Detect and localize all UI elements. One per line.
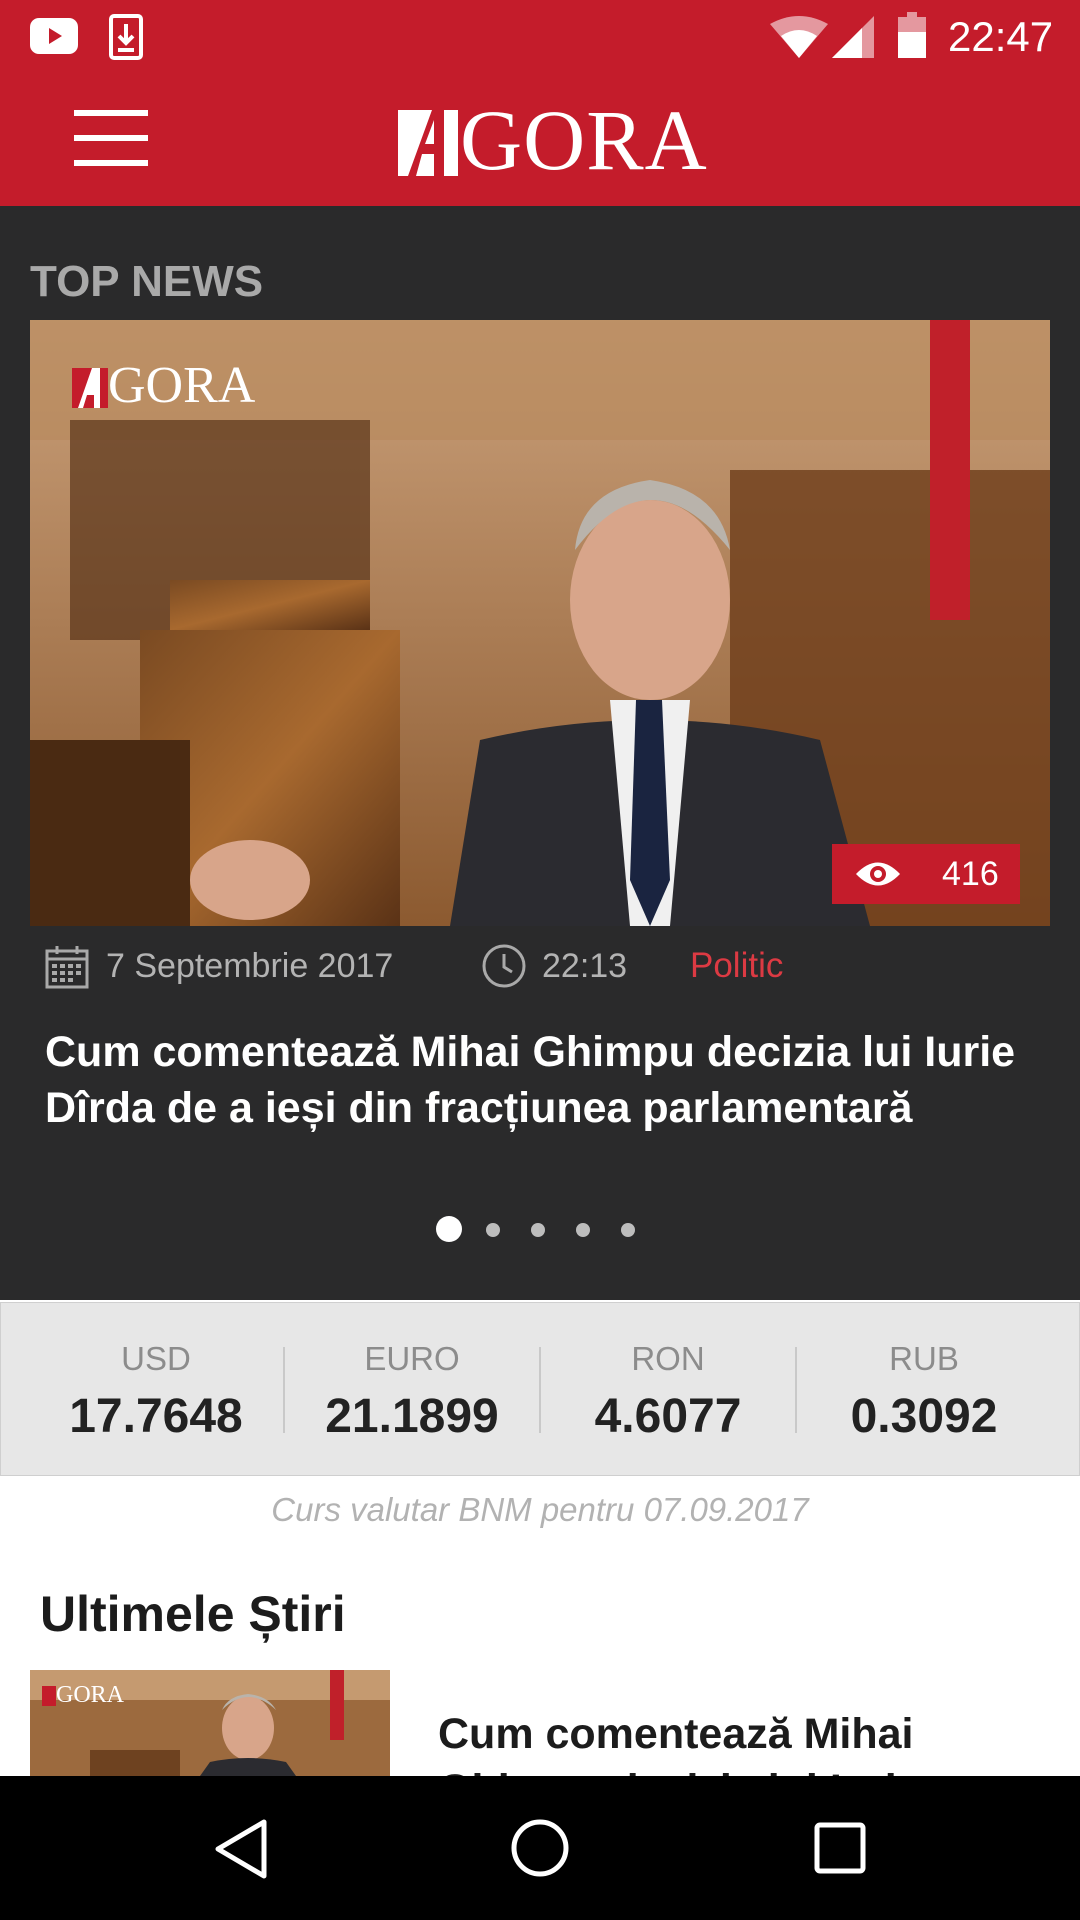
carousel-dot[interactable] (531, 1223, 545, 1237)
views-badge: 416 (832, 844, 1020, 904)
currency-code: RON (631, 1340, 705, 1377)
article-category-link[interactable]: Politic (690, 944, 783, 988)
home-icon[interactable] (510, 1818, 570, 1878)
currency-rate: 21.1899 (325, 1390, 499, 1443)
exchange-rates: USD 17.7648 EURO 21.1899 RON 4.6077 RUB … (0, 1302, 1080, 1476)
wifi-icon (770, 16, 828, 58)
article-time: 22:13 (542, 947, 628, 985)
thumbnail-watermark: GORA (42, 1682, 125, 1708)
status-bar: 22:47 (0, 0, 1080, 72)
featured-article-image[interactable]: GORA 416 (30, 320, 1050, 926)
calendar-icon (45, 946, 89, 989)
youtube-icon (30, 18, 78, 54)
news-title: Cum comentează Mihai Ghimpu decizia lui … (438, 1710, 921, 1776)
carousel-pagination (436, 1214, 656, 1244)
currency-rub: RUB 0.3092 (796, 1303, 1052, 1475)
views-count: 416 (942, 855, 999, 893)
status-time: 22:47 (948, 13, 1054, 60)
top-bar: 22:47 GORA (0, 0, 1080, 206)
currency-code: RUB (889, 1340, 959, 1377)
news-thumbnail: GORA (30, 1670, 390, 1776)
top-news-section: TOP NEWS GORA 416 7 Septembrie 2017 22:1… (0, 206, 1080, 1300)
brand-name: GORA (460, 92, 708, 188)
currency-rate: 17.7648 (69, 1390, 243, 1443)
watermark-text: GORA (56, 1682, 125, 1708)
cell-signal-icon (832, 16, 874, 58)
article-date: 7 Septembrie 2017 (106, 947, 394, 985)
watermark-text: GORA (108, 357, 256, 414)
carousel-dot[interactable] (436, 1216, 462, 1242)
eye-icon (856, 862, 900, 886)
image-watermark: GORA (72, 357, 256, 414)
currency-rate: 0.3092 (850, 1390, 998, 1443)
currency-code: USD (121, 1340, 191, 1377)
latest-news-heading: Ultimele Știri (40, 1586, 346, 1642)
carousel-dot[interactable] (486, 1223, 500, 1237)
brand-logo: GORA (398, 92, 708, 188)
currency-rate: 4.6077 (594, 1390, 742, 1443)
system-nav-bar (0, 1776, 1080, 1920)
exchange-rate-note: Curs valutar BNM pentru 07.09.2017 (271, 1491, 809, 1528)
article-meta: 7 Septembrie 2017 22:13 Politic (44, 940, 1044, 990)
download-icon (109, 14, 143, 60)
brand-logo-mark (398, 110, 458, 176)
clock-icon (482, 944, 526, 988)
currency-ron: RON 4.6077 (540, 1303, 796, 1475)
news-list-item[interactable]: GORA Cum comentează Mihai Ghimpu decizia… (30, 1670, 1050, 1776)
currency-usd: USD 17.7648 (28, 1303, 284, 1475)
currency-code: EURO (364, 1340, 460, 1377)
hamburger-menu-icon[interactable] (74, 110, 148, 166)
battery-icon (898, 12, 926, 58)
featured-article-title[interactable]: Cum comentează Mihai Ghimpu decizia lui … (45, 1024, 1025, 1136)
carousel-dot[interactable] (621, 1223, 635, 1237)
currency-euro: EURO 21.1899 (284, 1303, 540, 1475)
recents-icon[interactable] (814, 1822, 866, 1874)
section-heading: TOP NEWS (30, 257, 264, 306)
carousel-dot[interactable] (576, 1223, 590, 1237)
back-icon[interactable] (212, 1818, 272, 1880)
